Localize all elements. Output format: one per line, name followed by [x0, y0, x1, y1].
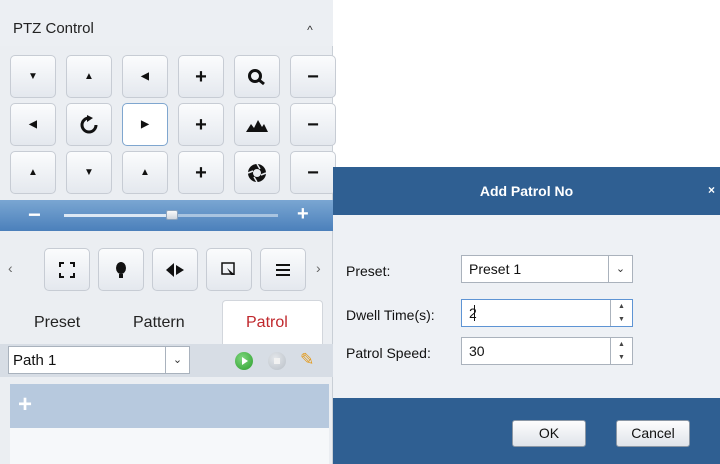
stepper-up-icon[interactable]: ▲ — [611, 338, 632, 351]
collapse-icon[interactable]: ^ — [302, 22, 318, 38]
stepper-down-icon[interactable]: ▼ — [611, 313, 632, 326]
plus-icon: + — [195, 161, 207, 184]
focus-far-button[interactable]: − — [290, 103, 336, 146]
tab-pattern[interactable]: Pattern — [133, 314, 185, 332]
path-select-value: Path 1 — [13, 352, 57, 369]
dialog-title: Add Patrol No — [479, 183, 574, 199]
arrow-up-left-icon: ▲ — [28, 167, 38, 178]
close-icon[interactable]: × — [708, 183, 715, 197]
speed-slider-track[interactable] — [64, 210, 278, 220]
speed-increase-button[interactable]: + — [297, 203, 309, 226]
tilt-up-button[interactable]: ▲ — [66, 55, 112, 98]
tilt-down-button[interactable]: ▼ — [66, 151, 112, 194]
minus-icon: − — [307, 113, 319, 136]
pan-down-left-button[interactable]: ▼ — [10, 55, 56, 98]
pan-up-left-button[interactable]: ▲ — [10, 151, 56, 194]
light-icon — [116, 261, 126, 278]
one-touch-focus-button[interactable] — [206, 248, 252, 291]
dwell-time-value: 2 — [469, 305, 477, 321]
speed-decrease-button[interactable]: − — [28, 202, 41, 228]
zoom-in-button[interactable]: + — [178, 55, 224, 98]
speed-slider-fill — [64, 214, 172, 217]
dwell-time-label: Dwell Time(s): — [346, 307, 435, 323]
preset-select[interactable]: Preset 1 ⌄ — [461, 255, 633, 283]
patrol-speed-stepper[interactable]: ▲ ▼ — [610, 338, 632, 364]
patrol-speed-value: 30 — [469, 343, 485, 359]
one-touch-focus-icon — [221, 261, 235, 275]
pan-down-right-button[interactable]: ◀ — [122, 55, 168, 98]
pan-up-right-button[interactable]: ▲ — [122, 151, 168, 194]
ptz-header: PTZ Control ^ — [0, 0, 333, 46]
wiper-icon — [166, 262, 184, 277]
tab-preset[interactable]: Preset — [34, 314, 80, 332]
add-icon[interactable]: + — [18, 391, 32, 419]
menu-icon — [276, 263, 290, 276]
edit-icon[interactable]: ✎ — [300, 350, 314, 370]
ptz-tools-row: ‹ › — [0, 240, 333, 296]
focus-label-button — [234, 103, 280, 146]
plus-icon: + — [195, 65, 207, 88]
plus-icon: + — [195, 113, 207, 136]
stepper-down-icon[interactable]: ▼ — [611, 351, 632, 364]
dialog-header: Add Patrol No × — [333, 167, 720, 215]
iris-icon — [247, 163, 267, 182]
path-select[interactable]: Path 1 ⌄ — [8, 346, 190, 374]
minus-icon: − — [307, 65, 319, 88]
ptz-tabs: Preset Pattern Patrol — [0, 300, 333, 344]
chevron-right-icon[interactable]: › — [316, 260, 321, 276]
dialog-footer: OK Cancel — [333, 398, 720, 464]
pan-left-button[interactable]: ◀ — [10, 103, 56, 146]
play-icon[interactable] — [235, 352, 253, 370]
patrol-speed-label: Patrol Speed: — [346, 345, 431, 361]
patrol-list — [10, 428, 329, 464]
arrow-up-icon: ▲ — [84, 71, 94, 82]
zoom-out-button[interactable]: − — [290, 55, 336, 98]
minus-icon: − — [307, 161, 319, 184]
ptz-direction-pad: ▼ ▲ ◀ + − ◀ ▶ + − ▲ ▼ ▲ + − — [10, 46, 336, 196]
add-patrol-row[interactable]: + — [10, 384, 329, 428]
iris-label-button — [234, 151, 280, 194]
arrow-down-icon: ▼ — [84, 167, 94, 178]
preset-select-value: Preset 1 — [469, 261, 522, 277]
arrow-up-right-icon: ▲ — [140, 167, 150, 178]
arrow-down-left-icon: ▼ — [28, 71, 38, 82]
zoom-label-button — [234, 55, 280, 98]
cancel-button[interactable]: Cancel — [616, 420, 690, 447]
chevron-down-icon[interactable]: ⌄ — [165, 347, 189, 373]
ptz-title: PTZ Control — [13, 20, 94, 37]
arrow-left-icon: ◀ — [29, 119, 37, 130]
text-caret — [474, 305, 475, 321]
add-patrol-dialog: Add Patrol No × Preset: Preset 1 ⌄ Dwell… — [333, 167, 720, 464]
stop-icon[interactable] — [268, 352, 286, 370]
wiper-button[interactable] — [152, 248, 198, 291]
stepper-up-icon[interactable]: ▲ — [611, 300, 632, 313]
arrow-down-right-icon: ◀ — [141, 71, 149, 82]
iris-open-button[interactable]: + — [178, 151, 224, 194]
focus-icon — [246, 119, 268, 132]
pan-right-button[interactable]: ▶ — [122, 103, 168, 146]
chevron-left-icon[interactable]: ‹ — [8, 260, 13, 276]
menu-button[interactable] — [260, 248, 306, 291]
auto-scan-button[interactable] — [66, 103, 112, 146]
dwell-time-stepper[interactable]: ▲ ▼ — [610, 300, 632, 326]
preset-label: Preset: — [346, 263, 391, 279]
chevron-down-icon[interactable]: ⌄ — [608, 256, 632, 282]
arrow-right-icon: ▶ — [141, 119, 149, 130]
patrol-speed-input[interactable]: 30 ▲ ▼ — [461, 337, 633, 365]
fullscreen-button[interactable] — [44, 248, 90, 291]
speed-slider-bar: − + — [0, 200, 333, 231]
zoom-icon — [248, 68, 265, 85]
ok-button[interactable]: OK — [512, 420, 586, 447]
patrol-path-bar: Path 1 ⌄ ✎ — [0, 344, 333, 377]
focus-near-button[interactable]: + — [178, 103, 224, 146]
light-button[interactable] — [98, 248, 144, 291]
iris-close-button[interactable]: − — [290, 151, 336, 194]
ptz-control-panel: PTZ Control ^ ▼ ▲ ◀ + − ◀ ▶ + − ▲ ▼ ▲ + … — [0, 0, 336, 464]
dwell-time-input[interactable]: 2 ▲ ▼ — [461, 299, 633, 327]
tab-patrol[interactable]: Patrol — [246, 314, 288, 332]
fullscreen-icon — [59, 261, 75, 278]
speed-slider-handle[interactable] — [166, 210, 178, 220]
auto-scan-icon — [80, 114, 98, 133]
